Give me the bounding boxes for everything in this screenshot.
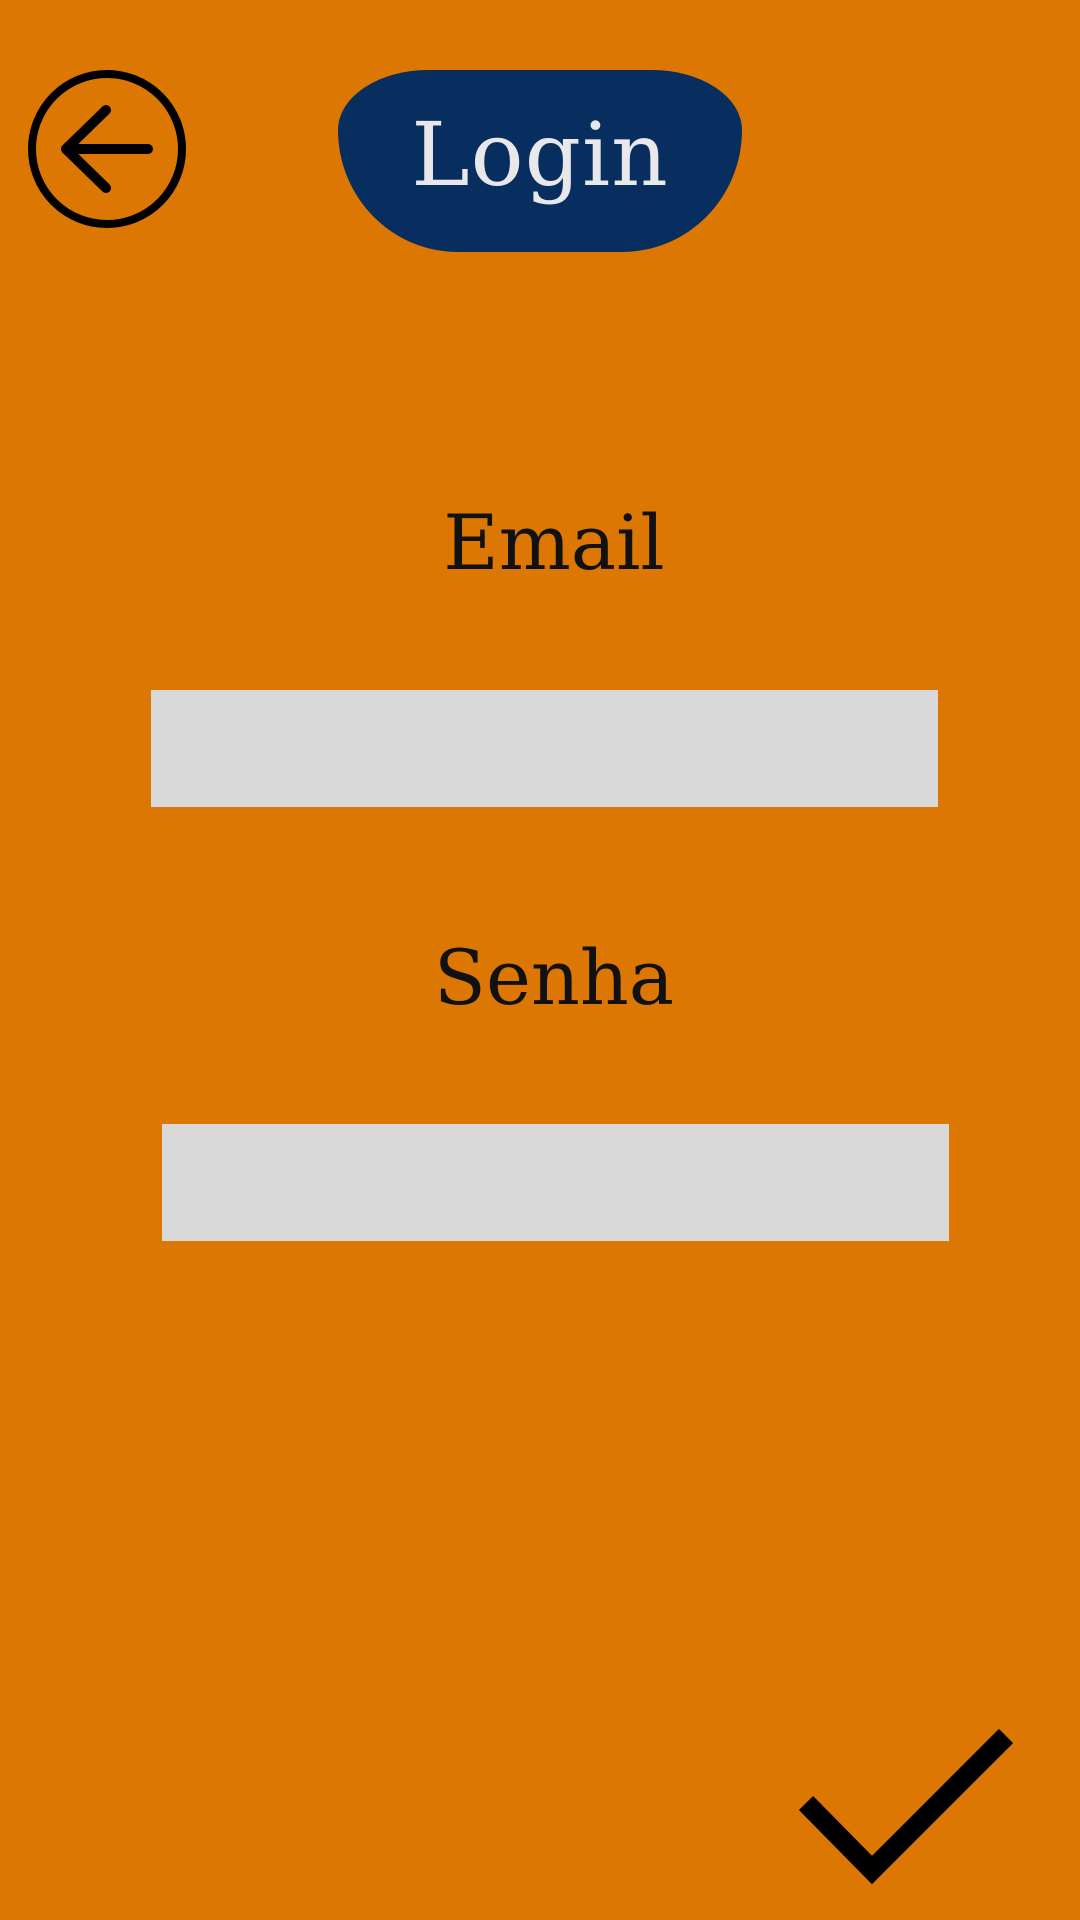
password-field[interactable] xyxy=(162,1124,949,1241)
checkmark-icon xyxy=(798,1728,1014,1885)
email-field[interactable] xyxy=(151,690,938,807)
page-title: Login xyxy=(411,103,669,206)
login-screen: Login Email Senha xyxy=(0,0,1080,1920)
password-label: Senha xyxy=(433,933,675,1022)
email-label: Email xyxy=(443,498,665,587)
confirm-button[interactable] xyxy=(796,1720,1020,1896)
arrow-left-circle-icon xyxy=(28,70,186,228)
back-button[interactable] xyxy=(26,68,188,230)
page-title-badge: Login xyxy=(338,70,742,252)
